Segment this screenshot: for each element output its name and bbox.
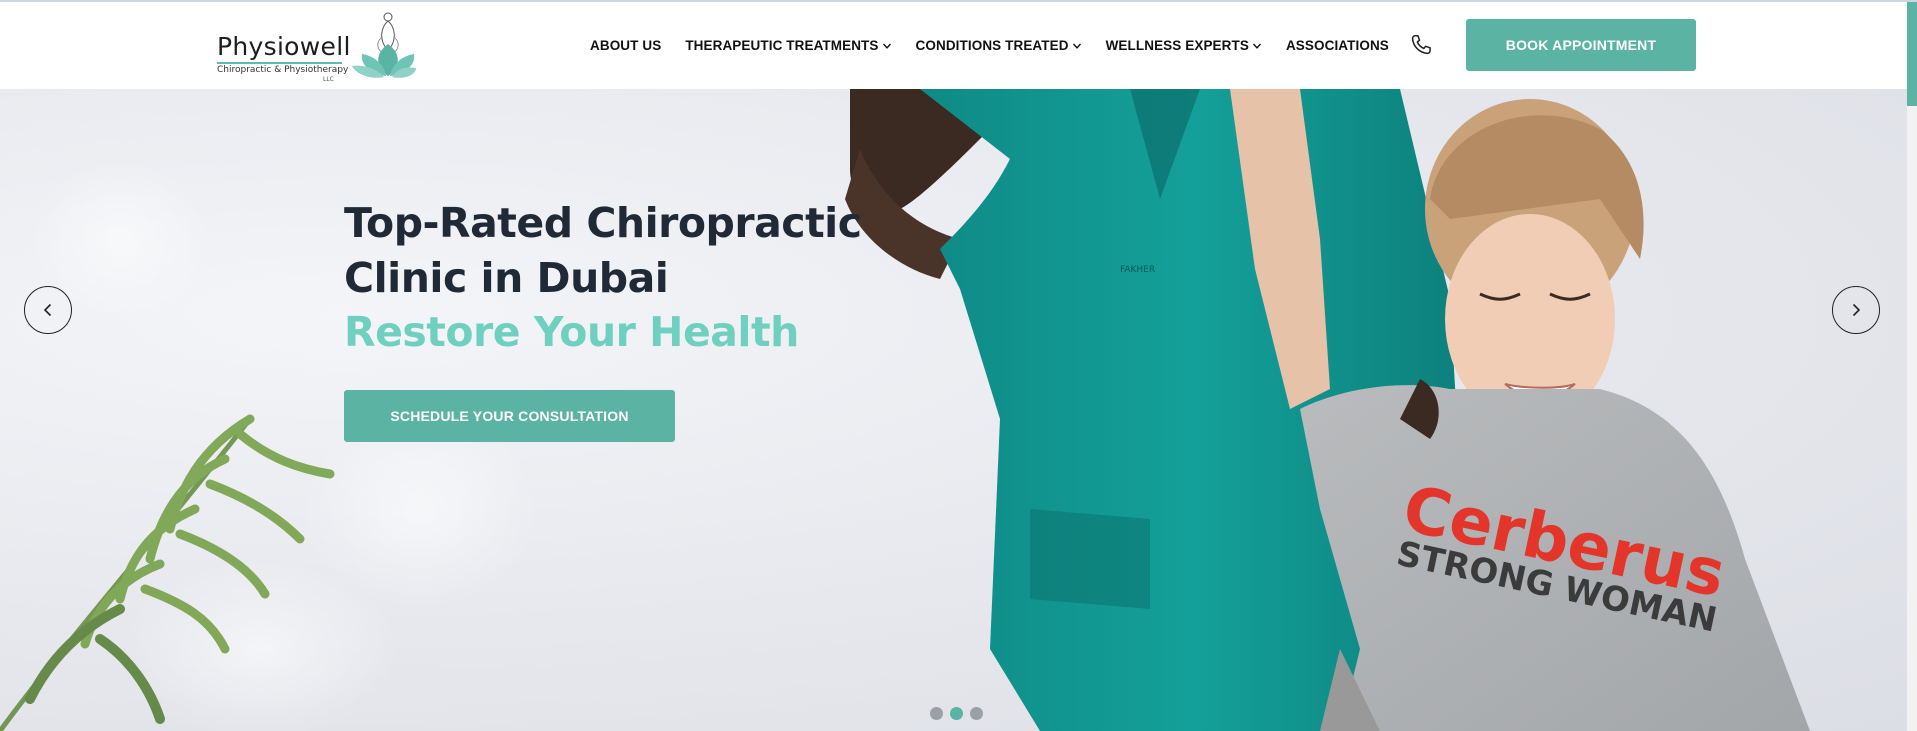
slider-dot-2[interactable] (950, 707, 963, 720)
slider-next-button[interactable] (1832, 286, 1880, 334)
nav-conditions-treated[interactable]: CONDITIONS TREATED (916, 38, 1082, 53)
nav-therapeutic-treatments-label: THERAPEUTIC TREATMENTS (685, 38, 879, 53)
logo-wordmark: Physiowell (217, 32, 351, 61)
chevron-down-icon (1072, 43, 1081, 49)
nav-therapeutic-treatments[interactable]: THERAPEUTIC TREATMENTS (685, 38, 891, 53)
hero-title-line2: Clinic in Dubai (344, 254, 669, 302)
lotus-figure-icon (352, 12, 416, 78)
slider-pagination (930, 707, 990, 720)
nav-wellness-experts-label: WELLNESS EXPERTS (1105, 38, 1249, 53)
nav-wellness-experts[interactable]: WELLNESS EXPERTS (1106, 38, 1262, 53)
hero-accent-text: Restore Your Health (344, 308, 799, 356)
slider-dot-1[interactable] (930, 707, 943, 720)
logo-tagline: Chiropractic & Physiotherapy (217, 65, 349, 75)
main-nav: ABOUT US THERAPEUTIC TREATMENTS CONDITIO… (590, 2, 1413, 89)
logo[interactable]: Physiowell Chiropractic & Physiotherapy … (215, 10, 416, 83)
hero-slider: FAKHER Cerberus STRONG WOMAN Top-Rated C… (0, 89, 1907, 731)
svg-text:FAKHER: FAKHER (1120, 265, 1155, 275)
hero-title-line1: Top-Rated Chiropractic (344, 199, 862, 247)
schedule-consultation-button[interactable]: SCHEDULE YOUR CONSULTATION (344, 390, 675, 442)
nav-associations[interactable]: ASSOCIATIONS (1286, 38, 1389, 53)
phone-icon[interactable] (1408, 32, 1434, 58)
chevron-down-icon (882, 43, 891, 49)
hero-title: Top-Rated Chiropractic Clinic in Dubai (344, 196, 862, 306)
logo-underline (217, 62, 342, 64)
scrollbar-thumb[interactable] (1907, 2, 1917, 106)
nav-associations-label: ASSOCIATIONS (1285, 38, 1389, 53)
slider-prev-button[interactable] (24, 286, 72, 334)
nav-about-us-label: ABOUT US (590, 38, 662, 53)
logo-suffix: LLC (323, 76, 334, 83)
scrollbar-track[interactable] (1907, 2, 1917, 731)
slider-dot-3[interactable] (970, 707, 983, 720)
chevron-right-icon (1852, 303, 1861, 317)
site-header: Physiowell Chiropractic & Physiotherapy … (0, 2, 1907, 89)
nav-about-us[interactable]: ABOUT US (590, 38, 661, 53)
book-appointment-button[interactable]: BOOK APPOINTMENT (1466, 19, 1696, 71)
chevron-left-icon (43, 303, 52, 317)
nav-conditions-treated-label: CONDITIONS TREATED (915, 38, 1069, 53)
hero-photo: FAKHER Cerberus STRONG WOMAN (0, 89, 1810, 731)
chevron-down-icon (1252, 43, 1261, 49)
